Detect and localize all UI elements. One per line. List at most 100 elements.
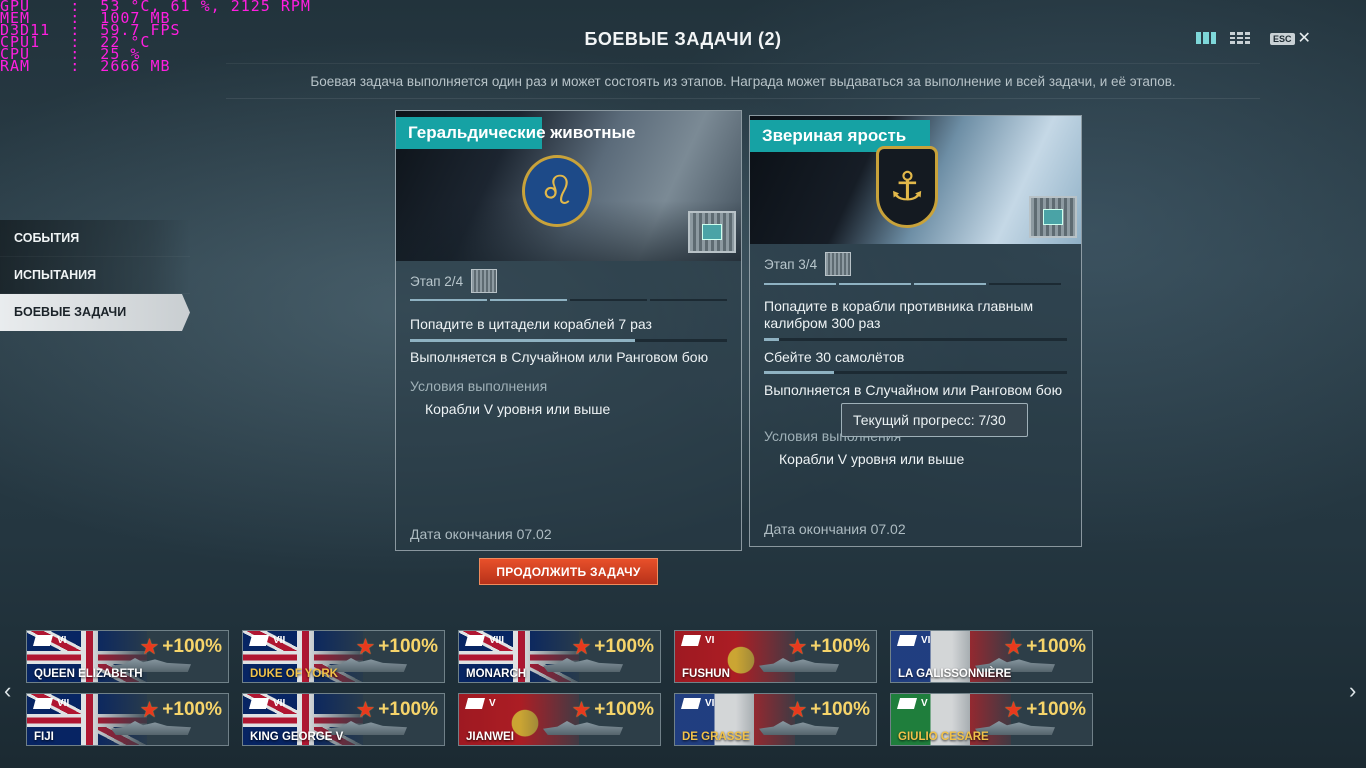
ship-name: DE GRASSE xyxy=(682,731,750,743)
star-icon: ★ xyxy=(571,634,592,659)
stage-label: Этап 2/4 xyxy=(410,273,464,289)
star-icon: ★ xyxy=(787,697,808,722)
continue-mission-button[interactable]: ПРОДОЛЖИТЬ ЗАДАЧУ xyxy=(479,558,658,585)
ship-tier: VII xyxy=(33,698,69,709)
star-icon: ★ xyxy=(787,634,808,659)
ship-tier: VIII xyxy=(465,635,504,646)
ship-class-icon xyxy=(897,635,917,646)
ship-tier: VII xyxy=(249,698,285,709)
condition-text: Корабли V уровня или выше xyxy=(779,451,965,467)
conditions-label: Условия выполнения xyxy=(410,378,548,394)
reward-container-icon xyxy=(1029,196,1077,238)
ship-tier: VI xyxy=(681,635,714,646)
esc-key-icon: ESC xyxy=(1270,33,1295,45)
ship-tier: VI xyxy=(681,698,714,709)
xp-bonus: ★ +100% xyxy=(787,697,870,722)
sidebar-item-events[interactable]: СОБЫТИЯ xyxy=(0,220,190,257)
xp-bonus: ★ +100% xyxy=(139,634,222,659)
task-objective: Попадите в корабли противника главным ка… xyxy=(764,298,1034,331)
xp-bonus: ★ +100% xyxy=(355,697,438,722)
star-icon: ★ xyxy=(139,634,160,659)
stage-indicator: Этап 2/4 xyxy=(410,269,498,293)
ship-tier: VI xyxy=(33,635,66,646)
ship-name: QUEEN ELIZABETH xyxy=(34,668,143,680)
grid-view-icon[interactable] xyxy=(1196,32,1216,44)
ship-card[interactable]: VII ★ +100% KING GEORGE V xyxy=(242,693,445,746)
xp-bonus: ★ +100% xyxy=(787,634,870,659)
ship-card[interactable]: VI ★ +100% LA GALISSONNIÈRE xyxy=(890,630,1093,683)
ship-tier: VI xyxy=(897,635,930,646)
list-view-icon[interactable] xyxy=(1230,32,1250,44)
xp-bonus: ★ +100% xyxy=(139,697,222,722)
star-icon: ★ xyxy=(139,697,160,722)
task-objective[interactable]: Сбейте 30 самолётов xyxy=(764,349,1067,366)
ship-carousel: VI ★ +100% QUEEN ELIZABETH VII ★ +100% DUKE OF… xyxy=(26,630,1096,746)
anchor-icon: ⚓ xyxy=(876,146,938,228)
ship-card[interactable]: VII ★ +100% FIJI xyxy=(26,693,229,746)
ship-card[interactable]: V ★ +100% GIULIO CESARE xyxy=(890,693,1093,746)
ship-tier: V xyxy=(465,698,496,709)
ship-name: FUSHUN xyxy=(682,668,730,680)
sidebar-item-challenges[interactable]: ИСПЫТАНИЯ xyxy=(0,257,190,294)
star-icon: ★ xyxy=(1003,634,1024,659)
task-card[interactable]: Звериная ярость ⚓ Этап 3/4 Попадите в ко… xyxy=(749,115,1082,547)
close-button[interactable]: ESC ✕ xyxy=(1270,30,1311,47)
xp-bonus: ★ +100% xyxy=(1003,634,1086,659)
task-mode: Выполняется в Случайном или Ранговом бою xyxy=(410,349,709,365)
ship-class-icon xyxy=(249,635,269,646)
close-icon: ✕ xyxy=(1297,30,1311,47)
ship-name: GIULIO CESARE xyxy=(898,731,989,743)
task-title: Геральдические животные xyxy=(396,117,648,149)
ship-class-icon xyxy=(897,698,917,709)
stage-reward-icon xyxy=(825,252,852,276)
star-icon: ★ xyxy=(355,697,376,722)
ship-name: DUKE OF YORK xyxy=(250,668,338,680)
ship-name: LA GALISSONNIÈRE xyxy=(898,668,1012,680)
ship-card[interactable]: VIII ★ +100% MONARCH xyxy=(458,630,661,683)
ship-class-icon xyxy=(465,698,485,709)
page-title: БОЕВЫЕ ЗАДАЧИ (2) xyxy=(584,29,782,49)
ship-class-icon xyxy=(465,635,485,646)
ship-name: JIANWEI xyxy=(466,731,514,743)
task-card[interactable]: Геральдические животные ♌ Этап 2/4 Попад… xyxy=(395,110,742,551)
ship-tier: VII xyxy=(249,635,285,646)
xp-bonus: ★ +100% xyxy=(355,634,438,659)
ship-class-icon xyxy=(249,698,269,709)
ship-name: FIJI xyxy=(34,731,54,743)
ship-name: KING GEORGE V xyxy=(250,731,344,743)
objective-progress-bar xyxy=(764,371,1067,374)
stage-progress-bars xyxy=(410,299,727,301)
task-card-header: Геральдические животные ♌ xyxy=(396,111,741,261)
view-switcher xyxy=(1196,32,1250,44)
ship-class-icon xyxy=(681,635,701,646)
stage-progress-bars xyxy=(764,283,1061,285)
chevron-left-icon[interactable]: ‹ xyxy=(4,678,11,704)
xp-bonus: ★ +100% xyxy=(571,634,654,659)
ship-tier: V xyxy=(897,698,928,709)
stage-label: Этап 3/4 xyxy=(764,256,818,272)
stage-reward-icon xyxy=(471,269,498,293)
ship-card[interactable]: VII ★ +100% DUKE OF YORK xyxy=(242,630,445,683)
stage-indicator: Этап 3/4 xyxy=(764,252,852,276)
xp-bonus: ★ +100% xyxy=(571,697,654,722)
ship-card[interactable]: V ★ +100% JIANWEI xyxy=(458,693,661,746)
star-icon: ★ xyxy=(571,697,592,722)
ship-class-icon xyxy=(33,635,53,646)
xp-bonus: ★ +100% xyxy=(1003,697,1086,722)
ship-card[interactable]: VI ★ +100% DE GRASSE xyxy=(674,693,877,746)
sidebar-item-combat-missions[interactable]: БОЕВЫЕ ЗАДАЧИ xyxy=(0,294,190,331)
objective-progress-bar xyxy=(764,338,1067,341)
task-card-header: Звериная ярость ⚓ xyxy=(750,116,1081,244)
star-icon: ★ xyxy=(355,634,376,659)
page-description: Боевая задача выполняется один раз и мож… xyxy=(226,63,1260,99)
chevron-right-icon[interactable]: › xyxy=(1349,678,1356,704)
lion-icon: ♌ xyxy=(522,155,592,227)
task-mode: Выполняется в Случайном или Ранговом бою xyxy=(764,382,1063,398)
reward-container-icon xyxy=(688,211,736,253)
ship-card[interactable]: VI ★ +100% FUSHUN xyxy=(674,630,877,683)
ship-class-icon xyxy=(33,698,53,709)
objective-progress-bar xyxy=(410,339,727,342)
sidebar: СОБЫТИЯ ИСПЫТАНИЯ БОЕВЫЕ ЗАДАЧИ xyxy=(0,220,190,331)
condition-text: Корабли V уровня или выше xyxy=(425,401,611,417)
ship-card[interactable]: VI ★ +100% QUEEN ELIZABETH xyxy=(26,630,229,683)
